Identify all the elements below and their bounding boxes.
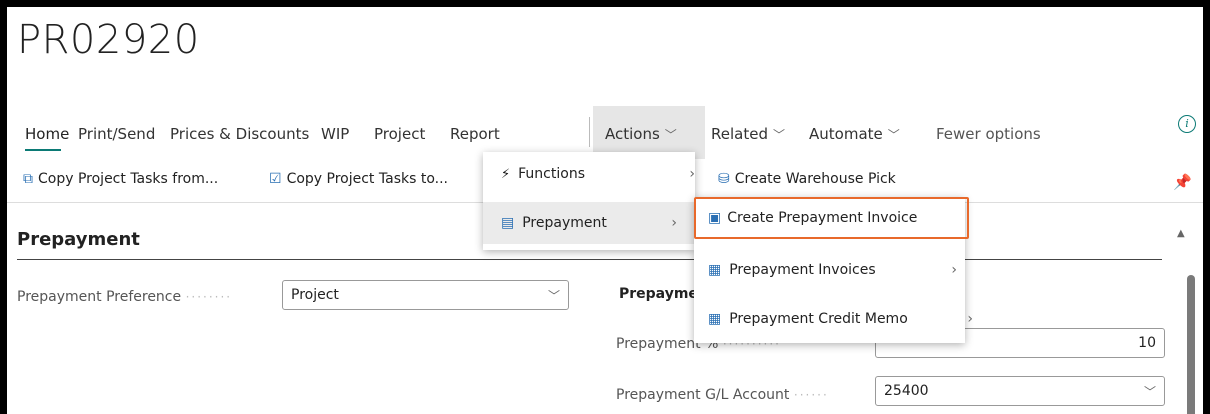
copy-checklist-icon: ☑ [269,171,282,187]
pin-icon[interactable]: 📌 [1173,173,1192,191]
prepayment-preference-value: Project [291,287,339,303]
menu-item-prepayment-invoices[interactable]: ▦ Prepayment Invoices › [694,249,979,291]
lightning-icon: ⚡ [501,166,511,182]
copy-tasks-to-button[interactable]: ☑ Copy Project Tasks to... [269,171,448,187]
chevron-down-icon: ﹀ [887,128,900,142]
section-title: Prepayment [17,229,140,250]
label-dots: ······ [793,388,829,402]
copy-tasks-from-button[interactable]: ⧉ Copy Project Tasks from... [23,171,218,187]
warehouse-pick-icon: ⛁ [718,171,730,187]
menu-item-prepayment-label: Prepayment [522,215,607,231]
chevron-down-icon: ﹀ [772,128,785,142]
document-icon: ▦ [708,311,722,327]
info-icon[interactable]: i [1178,115,1196,133]
document-icon: ▦ [708,262,722,278]
menu-item-prepayment-credit-memo[interactable]: ▦ Prepayment Credit Memo › [694,298,979,340]
menu-item-functions[interactable]: ⚡ Functions › [483,152,713,196]
scrollbar-thumb[interactable] [1187,275,1195,414]
prepayment-invoices-label: Prepayment Invoices [729,262,876,278]
highlight-box [694,197,969,239]
prepayment-gl-select[interactable]: 25400 ﹀ [875,376,1165,406]
tab-prices-discounts[interactable]: Prices & Discounts [170,125,309,143]
prepayment-gl-value: 25400 [884,383,929,399]
page-title: PR02920 [17,17,200,63]
create-warehouse-pick-label: Create Warehouse Pick [734,171,896,187]
copy-document-icon: ⧉ [23,171,33,187]
chevron-right-icon: › [967,311,973,327]
label-dots: ········ [185,290,233,304]
menu-item-prepayment[interactable]: ▤ Prepayment › [483,202,695,244]
prepayment-subheading: Prepaymer [619,286,705,302]
tab-home-underline [25,149,61,151]
tab-related[interactable]: Related ﹀ [711,125,785,143]
tab-actions-label: Actions [605,125,660,143]
prepayment-preference-text: Prepayment Preference [17,289,182,305]
chevron-down-icon: ﹀ [547,288,560,303]
section-divider [17,259,1162,260]
tab-related-label: Related [711,125,768,143]
tab-print-send[interactable]: Print/Send [78,125,155,143]
chevron-right-icon: › [671,215,677,231]
copy-tasks-from-label: Copy Project Tasks from... [38,171,219,187]
prepayment-pct-value: 10 [1138,335,1156,351]
tab-report[interactable]: Report [450,125,500,143]
chevron-right-icon: › [689,166,695,182]
tab-separator [589,117,590,147]
chevron-down-icon: ﹀ [1143,384,1156,399]
prepayment-gl-text: Prepayment G/L Account [616,387,790,403]
prepayment-preference-label: Prepayment Preference ········ [17,289,232,305]
tab-actions[interactable]: Actions ﹀ [605,125,677,143]
tab-wip[interactable]: WIP [321,125,349,143]
tab-automate[interactable]: Automate ﹀ [809,125,900,143]
tab-automate-label: Automate [809,125,883,143]
tab-project[interactable]: Project [374,125,425,143]
prepayment-icon: ▤ [501,215,515,231]
menu-item-functions-label: Functions [518,166,585,182]
project-card-page: PR02920 Home Print/Send Prices & Discoun… [7,7,1203,414]
tab-fewer-options[interactable]: Fewer options [936,125,1041,143]
actions-menu: ⚡ Functions › ▤ Prepayment › [483,152,695,250]
chevron-right-icon: › [951,262,957,278]
tab-home[interactable]: Home [25,125,69,143]
create-warehouse-pick-button[interactable]: ⛁ Create Warehouse Pick [718,171,896,187]
chevron-down-icon: ﹀ [664,128,677,142]
copy-tasks-to-label: Copy Project Tasks to... [286,171,448,187]
prepayment-preference-select[interactable]: Project ﹀ [282,280,569,310]
scroll-up-arrow[interactable]: ▲ [1177,228,1185,239]
prepayment-gl-label: Prepayment G/L Account ······ [616,387,829,403]
prepayment-credit-memo-label: Prepayment Credit Memo [729,311,908,327]
